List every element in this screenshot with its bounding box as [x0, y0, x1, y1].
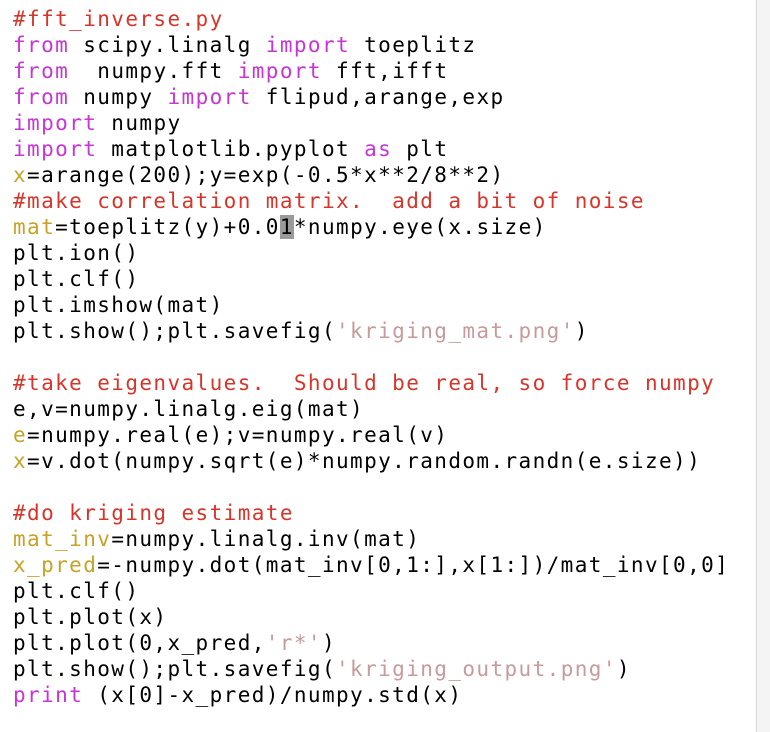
code-line[interactable]: e=numpy.real(e);v=numpy.real(v): [13, 422, 729, 448]
code-text: plt.show();plt.savefig(: [13, 319, 336, 343]
code-variable: e: [13, 423, 28, 447]
vertical-scrollbar[interactable]: [756, 0, 770, 732]
code-line[interactable]: ​: [13, 344, 729, 370]
code-keyword: print: [13, 683, 84, 707]
code-comment: #make correlation matrix. add a bit of n…: [13, 189, 645, 213]
code-text: matplotlib.pyplot: [97, 137, 365, 161]
code-text: scipy.linalg: [69, 33, 266, 57]
code-keyword: import: [13, 111, 98, 135]
code-text: numpy: [69, 85, 168, 109]
code-keyword: from: [13, 85, 70, 109]
code-line[interactable]: mat=toeplitz(y)+0.01*numpy.eye(x.size): [13, 214, 729, 240]
code-line[interactable]: #fft_inverse.py: [13, 6, 729, 32]
code-variable: x: [13, 163, 28, 187]
text-cursor: 1: [279, 215, 294, 239]
code-text: (x[0]-x_pred)/numpy.std(x): [83, 683, 463, 707]
code-text: ): [616, 657, 631, 681]
code-line[interactable]: from numpy.fft import fft,ifft: [13, 58, 729, 84]
code-variable: x_pred: [13, 553, 98, 577]
code-text: =v.dot(numpy.sqrt(e)*numpy.random.randn(…: [27, 449, 702, 473]
code-text: =arange(200);y=exp(-0.5*x**2/8**2): [27, 163, 505, 187]
code-variable: x: [13, 449, 28, 473]
code-line[interactable]: print (x[0]-x_pred)/numpy.std(x): [13, 682, 729, 708]
code-text: =numpy.real(e);v=numpy.real(v): [27, 423, 449, 447]
code-keyword: from: [13, 33, 70, 57]
code-line[interactable]: e,v=numpy.linalg.eig(mat): [13, 396, 729, 422]
code-line[interactable]: plt.show();plt.savefig('kriging_output.p…: [13, 656, 729, 682]
code-comment: #take eigenvalues. Should be real, so fo…: [13, 371, 716, 395]
code-text: =toeplitz(y)+0.0: [55, 215, 280, 239]
code-text: *numpy.eye(x.size): [293, 215, 547, 239]
code-line[interactable]: #make correlation matrix. add a bit of n…: [13, 188, 729, 214]
code-line[interactable]: plt.plot(x): [13, 604, 729, 630]
code-text: plt.imshow(mat): [13, 293, 224, 317]
code-text: e,v=numpy.linalg.eig(mat): [13, 397, 365, 421]
code-line[interactable]: #take eigenvalues. Should be real, so fo…: [13, 370, 729, 396]
code-text: plt.clf(): [13, 579, 140, 603]
code-text: plt.plot(x): [13, 605, 168, 629]
code-text: plt.show();plt.savefig(: [13, 657, 336, 681]
code-text-area[interactable]: #fft_inverse.py from scipy.linalg import …: [13, 6, 729, 708]
code-line[interactable]: ​: [13, 474, 729, 500]
code-line[interactable]: plt.show();plt.savefig('kriging_mat.png'…: [13, 318, 729, 344]
code-line[interactable]: #do kriging estimate: [13, 500, 729, 526]
code-line[interactable]: plt.ion(): [13, 240, 729, 266]
code-text: plt.clf(): [13, 267, 140, 291]
code-editor[interactable]: #fft_inverse.py from scipy.linalg import …: [0, 0, 756, 732]
code-line[interactable]: plt.imshow(mat): [13, 292, 729, 318]
code-text: plt.ion(): [13, 241, 140, 265]
code-text: ): [321, 631, 337, 655]
code-text: =-numpy.dot(mat_inv[0,1:],x[1:])/mat_inv…: [97, 553, 730, 577]
code-string: 'kriging_mat.png': [336, 319, 575, 343]
code-variable: mat: [13, 215, 56, 239]
code-string: 'r*': [265, 631, 322, 655]
code-line[interactable]: import numpy: [13, 110, 729, 136]
code-text: =numpy.linalg.inv(mat): [111, 527, 421, 551]
code-keyword: import: [13, 137, 98, 161]
code-keyword: import: [167, 85, 252, 109]
code-line[interactable]: x_pred=-numpy.dot(mat_inv[0,1:],x[1:])/m…: [13, 552, 729, 578]
code-text: plt.plot(0,x_pred,: [13, 631, 266, 655]
code-line[interactable]: x=arange(200);y=exp(-0.5*x**2/8**2): [13, 162, 729, 188]
code-line[interactable]: x=v.dot(numpy.sqrt(e)*numpy.random.randn…: [13, 448, 729, 474]
code-text: flipud,arange,exp: [251, 85, 505, 109]
code-keyword: from: [13, 59, 70, 83]
code-keyword: import: [265, 33, 351, 57]
code-keyword: as: [364, 137, 393, 161]
code-line[interactable]: from numpy import flipud,arange,exp: [13, 84, 729, 110]
code-line[interactable]: mat_inv=numpy.linalg.inv(mat): [13, 526, 729, 552]
code-text: ): [574, 319, 589, 343]
code-text: fft,ifft: [321, 59, 449, 83]
code-text: plt: [392, 137, 449, 161]
code-variable: mat_inv: [13, 527, 112, 551]
code-text: toeplitz: [350, 33, 477, 57]
code-string: 'kriging_output.png': [336, 657, 617, 681]
code-comment: #fft_inverse.py: [13, 7, 224, 31]
code-text: numpy.fft: [69, 59, 238, 83]
code-text: numpy: [97, 111, 182, 135]
code-line[interactable]: plt.plot(0,x_pred,'r*'): [13, 630, 729, 656]
code-line[interactable]: plt.clf(): [13, 578, 729, 604]
code-line[interactable]: from scipy.linalg import toeplitz: [13, 32, 729, 58]
code-line[interactable]: import matplotlib.pyplot as plt: [13, 136, 729, 162]
code-keyword: import: [237, 59, 322, 83]
code-line[interactable]: plt.clf(): [13, 266, 729, 292]
code-comment: #do kriging estimate: [13, 501, 294, 525]
